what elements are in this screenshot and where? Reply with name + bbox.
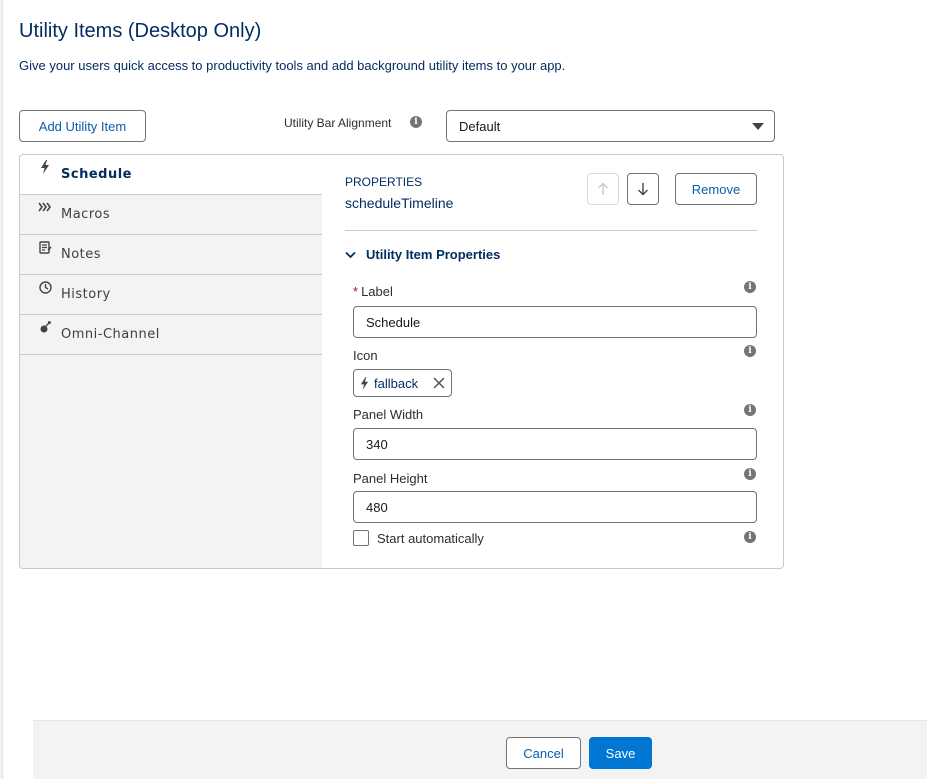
start-automatically-option[interactable]: Start automatically [353, 530, 484, 546]
left-edge-rule [0, 0, 3, 779]
omni-channel-icon [38, 320, 52, 334]
panel-width-input[interactable] [353, 428, 757, 460]
start-automatically-checkbox[interactable] [353, 530, 369, 546]
panel-height-input[interactable] [353, 491, 757, 523]
icon-field-label: Icon [353, 348, 378, 363]
cancel-button[interactable]: Cancel [506, 737, 581, 769]
info-icon[interactable]: i [744, 531, 756, 543]
section-title: Utility Item Properties [366, 247, 501, 262]
sidebar-item-schedule[interactable]: Schedule [20, 155, 322, 195]
caret-down-icon [752, 123, 764, 130]
info-icon[interactable]: i [744, 345, 756, 357]
clock-icon [38, 280, 52, 294]
sidebar-item-label: History [61, 287, 111, 302]
notes-icon [38, 240, 52, 254]
start-automatically-label: Start automatically [377, 530, 484, 546]
utility-bar-alignment-label: Utility Bar Alignment [284, 116, 392, 130]
info-icon[interactable]: i [410, 116, 422, 128]
arrow-down-icon [638, 183, 648, 196]
sidebar-item-macros[interactable]: Macros [20, 195, 322, 235]
save-button[interactable]: Save [589, 737, 652, 769]
add-utility-item-button[interactable]: Add Utility Item [19, 110, 146, 142]
sidebar-item-label: Schedule [61, 167, 132, 182]
properties-heading: PROPERTIES [345, 175, 423, 189]
sidebar-item-omni-channel[interactable]: Omni-Channel [20, 315, 322, 355]
page-title: Utility Items (Desktop Only) [19, 20, 262, 42]
sidebar-item-label: Omni-Channel [61, 327, 160, 342]
properties-panel: PROPERTIES scheduleTimeline Remove Utili… [345, 155, 759, 568]
chevron-down-icon [345, 251, 356, 258]
icon-pill-label: fallback [374, 375, 419, 391]
lightning-icon [360, 376, 369, 390]
sidebar-item-label: Macros [61, 207, 111, 222]
label-field-label: * Label [353, 284, 393, 299]
info-icon[interactable]: i [744, 404, 756, 416]
sidebar-item-notes[interactable]: Notes [20, 235, 322, 275]
utility-bar-alignment-select[interactable]: Default [446, 110, 775, 142]
page-description: Give your users quick access to producti… [19, 58, 566, 73]
required-indicator: * [353, 284, 359, 299]
divider [345, 230, 757, 231]
alignment-selected-value: Default [459, 118, 501, 134]
icon-selection-pill[interactable]: fallback [353, 369, 452, 397]
utility-items-panel: Schedule Macros Notes History Omni-Chann… [19, 154, 784, 569]
component-name: scheduleTimeline [345, 195, 454, 211]
arrow-up-icon [598, 182, 608, 195]
sidebar-item-history[interactable]: History [20, 275, 322, 315]
panel-width-label: Panel Width [353, 407, 424, 422]
move-down-button[interactable] [627, 173, 659, 205]
move-up-button[interactable] [587, 173, 619, 205]
panel-height-label: Panel Height [353, 471, 428, 486]
label-input[interactable] [353, 306, 757, 338]
info-icon[interactable]: i [744, 468, 756, 480]
utility-items-list: Schedule Macros Notes History Omni-Chann… [20, 155, 322, 568]
close-icon[interactable] [433, 377, 445, 389]
lightning-icon [38, 160, 52, 174]
info-icon[interactable]: i [744, 281, 756, 293]
remove-button[interactable]: Remove [675, 173, 757, 205]
sidebar-item-label: Notes [61, 247, 102, 262]
macros-icon [38, 200, 52, 214]
section-toggle-utility-item-properties[interactable]: Utility Item Properties [345, 247, 500, 262]
footer-bar: Cancel Save [33, 720, 927, 779]
